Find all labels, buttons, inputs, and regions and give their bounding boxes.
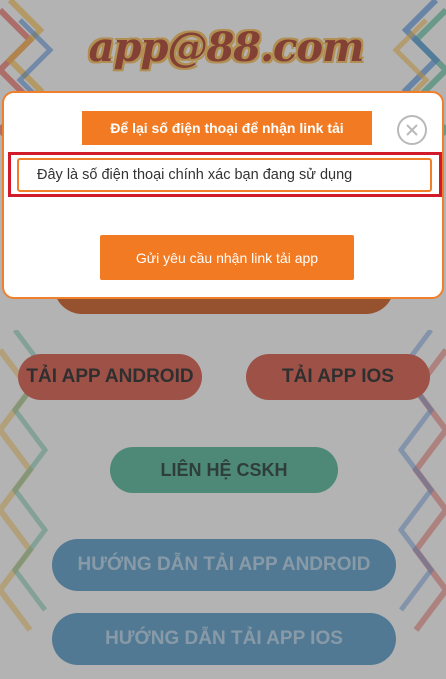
- close-icon: [406, 124, 418, 136]
- phone-number-input[interactable]: [17, 158, 432, 192]
- submit-request-button[interactable]: Gửi yêu cầu nhận link tải app: [100, 235, 354, 280]
- phone-request-modal: Để lại số điện thoại để nhận link tải Gử…: [2, 91, 444, 299]
- close-button[interactable]: [397, 115, 427, 145]
- modal-title: Để lại số điện thoại để nhận link tải: [82, 111, 372, 145]
